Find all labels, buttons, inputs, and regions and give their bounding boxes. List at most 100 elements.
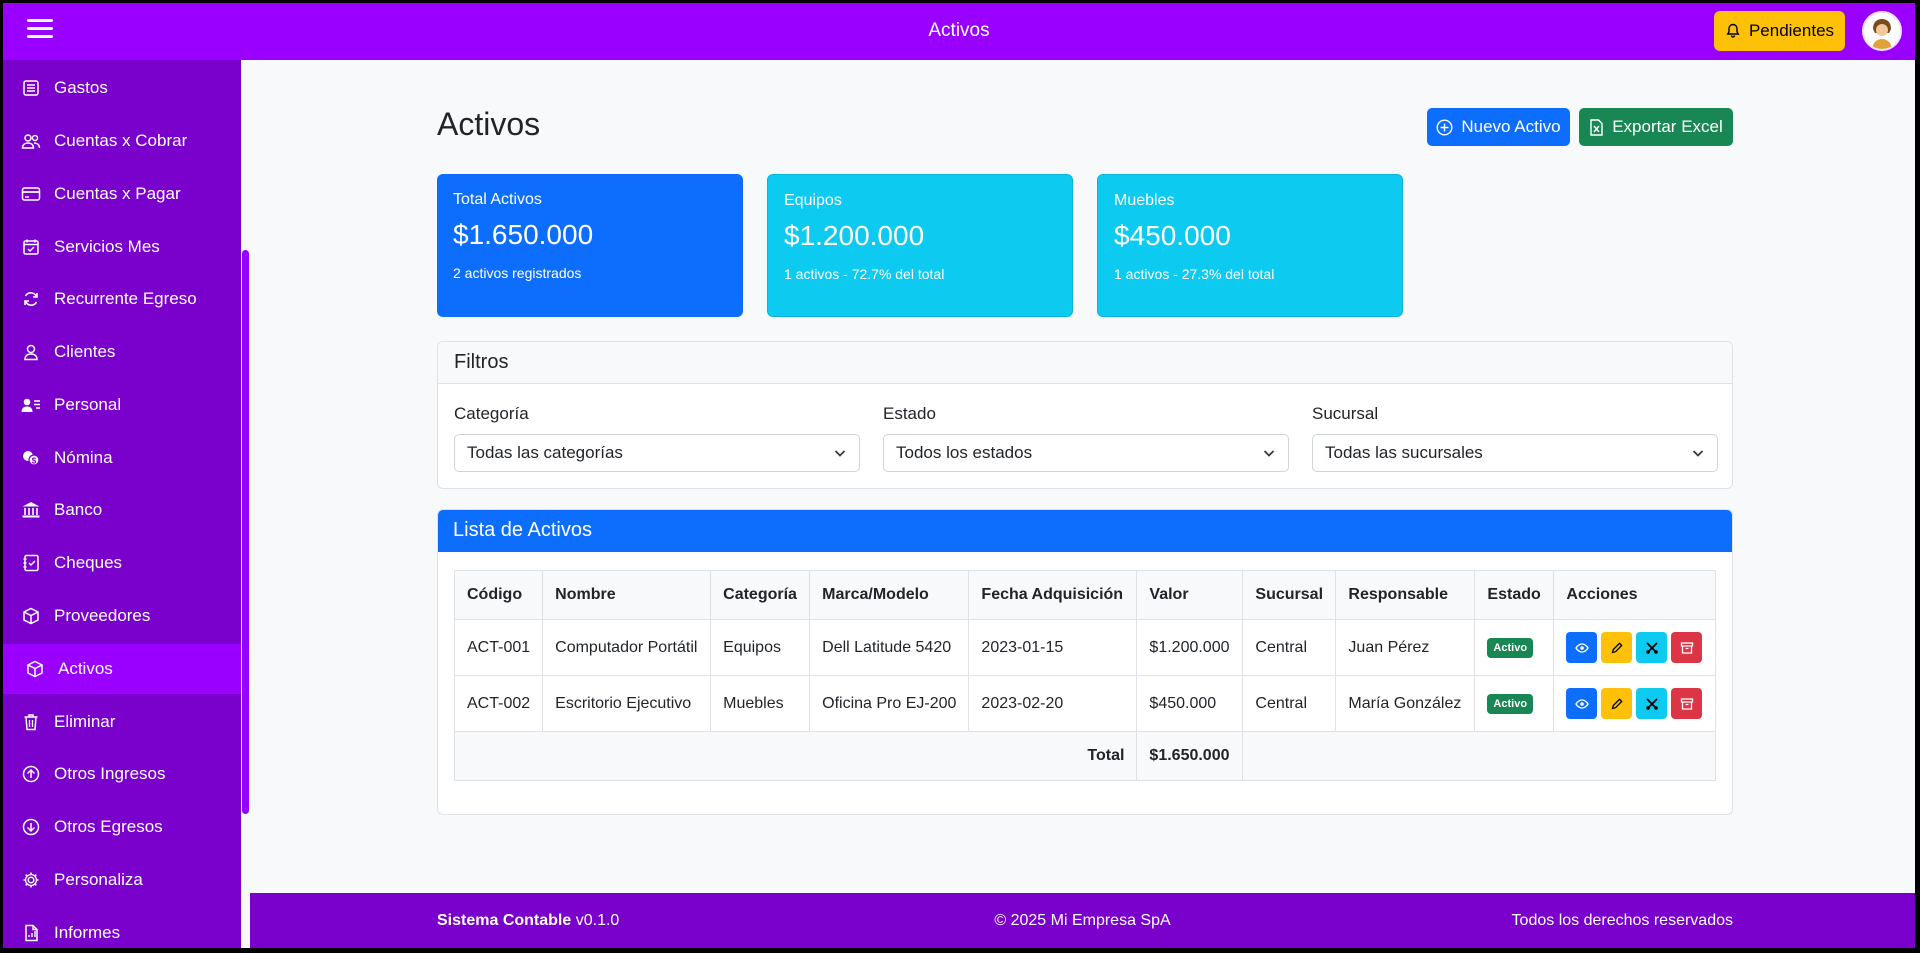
sidebar-item-label: Nómina <box>54 448 113 467</box>
column-header: Valor <box>1136 570 1244 620</box>
sidebar-item-informes[interactable]: Informes <box>3 908 241 948</box>
eye-icon <box>1575 642 1589 653</box>
maintenance-button[interactable] <box>1636 632 1668 663</box>
sidebar-item-eliminar[interactable]: Eliminar <box>3 697 241 747</box>
stat-card-muebles: Muebles $450.000 1 activos - 27.3% del t… <box>1097 174 1403 317</box>
sidebar-item-clientes[interactable]: Clientes <box>3 327 241 377</box>
cell-estado: Activo <box>1474 675 1555 732</box>
new-asset-button[interactable]: Nuevo Activo <box>1427 108 1570 146</box>
filters-card: Filtros Categoría Todas las categorías E… <box>437 341 1733 489</box>
archive-button[interactable] <box>1671 688 1703 719</box>
cell-fecha: 2023-02-20 <box>968 675 1138 732</box>
file-excel-icon <box>1590 118 1603 136</box>
cell-acciones <box>1553 675 1716 732</box>
column-header: Responsable <box>1335 570 1476 620</box>
calendar-check-icon <box>20 236 42 258</box>
journal-check-icon <box>20 552 42 574</box>
menu-toggle-icon[interactable] <box>27 19 53 43</box>
sidebar-item-label: Otros Ingresos <box>54 764 166 783</box>
filters-title: Filtros <box>438 342 1732 384</box>
sidebar-item-cuentas-cobrar[interactable]: Cuentas x Cobrar <box>3 116 241 166</box>
coins-icon: $ <box>20 447 42 469</box>
people-icon <box>20 130 42 152</box>
column-header: Nombre <box>542 570 712 620</box>
stat-label: Total Activos <box>453 191 542 208</box>
user-avatar[interactable] <box>1862 11 1902 51</box>
app-frame: Activos Pendientes Gastos Cuentas x Cobr… <box>3 3 1915 948</box>
sidebar-item-label: Otros Egresos <box>54 817 163 836</box>
sidebar-item-label: Personaliza <box>54 870 143 889</box>
sidebar-item-otros-egresos[interactable]: Otros Egresos <box>3 802 241 852</box>
sidebar-item-otros-ingresos[interactable]: Otros Ingresos <box>3 749 241 799</box>
filter-sucursal: Sucursal Todas las sucursales <box>1312 404 1718 472</box>
sidebar-item-activos[interactable]: Activos <box>3 644 241 694</box>
footer: Sistema Contable v0.1.0 © 2025 Mi Empres… <box>250 893 1915 948</box>
box-icon <box>20 605 42 627</box>
plus-circle-icon <box>1436 118 1453 136</box>
filter-label: Estado <box>883 404 936 423</box>
archive-button[interactable] <box>1671 632 1703 663</box>
sidebar-item-label: Cuentas x Cobrar <box>54 131 188 150</box>
export-excel-button[interactable]: Exportar Excel <box>1579 108 1733 146</box>
cell-codigo: ACT-001 <box>453 619 544 676</box>
sidebar-item-nomina[interactable]: $ Nómina <box>3 433 241 483</box>
arrow-down-circle-icon <box>20 816 42 838</box>
column-header: Sucursal <box>1242 570 1337 620</box>
person-icon <box>20 341 42 363</box>
view-button[interactable] <box>1566 688 1598 719</box>
sidebar-item-cheques[interactable]: Cheques <box>3 538 241 588</box>
sidebar-item-label: Personal <box>54 395 122 414</box>
stat-label: Equipos <box>784 192 842 209</box>
sidebar-item-gastos[interactable]: Gastos <box>3 63 241 113</box>
sidebar-item-label: Cheques <box>54 553 123 572</box>
sidebar-scrollbar[interactable] <box>242 250 249 814</box>
sidebar-item-label: Proveedores <box>54 606 151 625</box>
pending-button[interactable]: Pendientes <box>1714 11 1845 51</box>
maintenance-button[interactable] <box>1636 688 1668 719</box>
person-lines-icon <box>20 394 42 416</box>
cell-marca-modelo: Dell Latitude 5420 <box>809 619 970 676</box>
list-icon <box>20 77 42 99</box>
top-bar: Activos Pendientes <box>3 3 1915 60</box>
sucursal-select[interactable]: Todas las sucursales <box>1312 434 1718 472</box>
sidebar-item-banco[interactable]: Banco <box>3 485 241 535</box>
sidebar-item-servicios-mes[interactable]: Servicios Mes <box>3 222 241 272</box>
svg-text:$: $ <box>32 457 37 466</box>
edit-button[interactable] <box>1601 688 1633 719</box>
sidebar-item-label: Activos <box>58 659 113 678</box>
column-header: Código <box>453 570 544 620</box>
table-row: ACT-002 Escritorio Ejecutivo Muebles Ofi… <box>453 675 1716 732</box>
sidebar-item-personal[interactable]: Personal <box>3 380 241 430</box>
sidebar-item-proveedores[interactable]: Proveedores <box>3 591 241 641</box>
cell-codigo: ACT-002 <box>453 675 544 732</box>
pencil-icon <box>1611 641 1623 653</box>
header-title: Activos <box>928 20 990 41</box>
select-value: Todas las categorías <box>467 443 623 462</box>
trash-icon <box>20 711 42 733</box>
stat-value: $1.650.000 <box>453 219 594 250</box>
categoria-select[interactable]: Todas las categorías <box>454 434 860 472</box>
eye-icon <box>1575 698 1589 709</box>
cell-sucursal: Central <box>1242 619 1337 676</box>
table-header-row: Código Nombre Categoría Marca/Modelo Fec… <box>453 570 1716 620</box>
total-value: $1.650.000 <box>1136 731 1244 781</box>
estado-select[interactable]: Todos los estados <box>883 434 1289 472</box>
sidebar-item-cuentas-pagar[interactable]: Cuentas x Pagar <box>3 169 241 219</box>
sidebar-item-label: Servicios Mes <box>54 237 160 256</box>
total-label: Total <box>453 731 1138 781</box>
sidebar-item-recurrente-egreso[interactable]: Recurrente Egreso <box>3 274 241 324</box>
sidebar-item-personaliza[interactable]: Personaliza <box>3 855 241 905</box>
stat-subtext: 1 activos - 72.7% del total <box>784 266 945 282</box>
view-button[interactable] <box>1566 632 1598 663</box>
cell-marca-modelo: Oficina Pro EJ-200 <box>809 675 970 732</box>
filter-categoria: Categoría Todas las categorías <box>454 404 860 472</box>
edit-button[interactable] <box>1601 632 1633 663</box>
pencil-icon <box>1611 697 1623 709</box>
refresh-icon <box>20 288 42 310</box>
stat-value: $1.200.000 <box>784 220 925 251</box>
chevron-down-icon <box>1692 450 1704 457</box>
table-row: ACT-001 Computador Portátil Equipos Dell… <box>453 619 1716 676</box>
stat-value: $450.000 <box>1114 220 1231 251</box>
sidebar: Gastos Cuentas x Cobrar Cuentas x Pagar … <box>3 60 241 948</box>
column-header: Acciones <box>1553 570 1716 620</box>
